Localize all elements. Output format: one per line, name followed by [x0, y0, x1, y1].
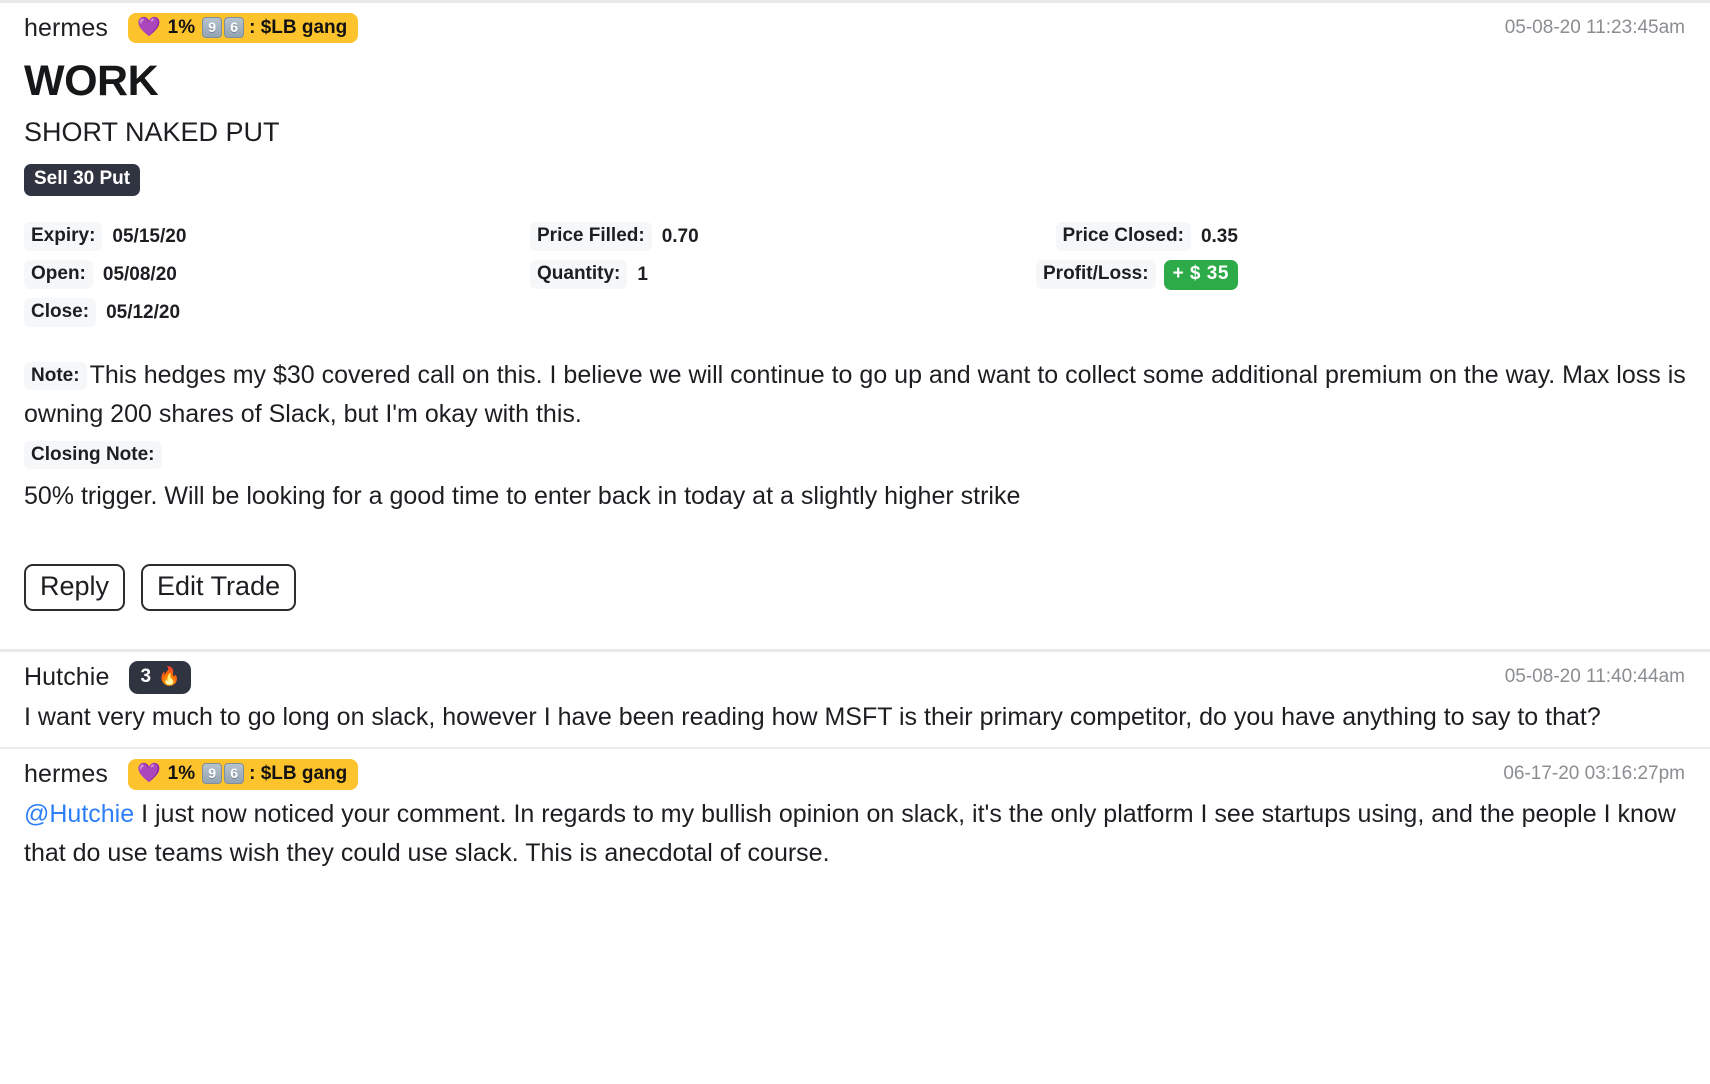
- comment-header: hermes 💜 1% 9 6 : $LB gang 06-17-20 03:1…: [24, 749, 1686, 795]
- detail-row-price-filled: Price Filled: 0.70: [530, 218, 1036, 256]
- price-closed-label: Price Closed:: [1055, 222, 1191, 252]
- close-value: 05/12/20: [106, 301, 181, 323]
- closing-note-label-line: Closing Note:: [24, 440, 1686, 469]
- comment-author[interactable]: Hutchie: [24, 663, 109, 692]
- detail-row-close: Close: 05/12/20: [24, 294, 530, 332]
- details-column-fill: Price Filled: 0.70 Quantity: 1: [530, 218, 1036, 332]
- comment-text: I want very much to go long on slack, ho…: [24, 703, 1601, 732]
- comment-author[interactable]: hermes: [24, 760, 108, 789]
- user-mention-link[interactable]: @Hutchie: [24, 800, 134, 828]
- badge-suffix: : $LB gang: [249, 16, 348, 38]
- closing-note-label: Closing Note:: [24, 440, 162, 469]
- note-text: This hedges my $30 covered call on this.…: [24, 360, 1686, 428]
- comment-text: I just now noticed your comment. In rega…: [24, 800, 1676, 868]
- expiry-label: Expiry:: [24, 222, 103, 252]
- comment-text-wrapper: @Hutchie I just now noticed your comment…: [24, 795, 1686, 883]
- post-timestamp: 05-08-20 11:23:45am: [1504, 17, 1685, 38]
- edit-trade-button[interactable]: Edit Trade: [141, 563, 297, 612]
- keycap-nine-icon: 9: [202, 17, 223, 38]
- price-filled-label: Price Filled:: [530, 222, 652, 252]
- purple-heart-icon: 💜: [136, 762, 161, 785]
- comment-author-badge: 💜 1% 9 6 : $LB gang: [127, 758, 359, 790]
- page-title: WORK: [24, 57, 159, 105]
- open-value: 05/08/20: [102, 263, 177, 285]
- badge-count: 3: [140, 665, 152, 687]
- purple-heart-icon: 💜: [136, 16, 161, 38]
- comment-timestamp: 06-17-20 03:16:27pm: [1503, 763, 1685, 785]
- notes-section: Note: This hedges my $30 covered call on …: [24, 356, 1686, 516]
- detail-row-price-closed: Price Closed: 0.35: [1055, 218, 1238, 256]
- keycap-nine-icon: 9: [202, 763, 223, 785]
- trade-post-page: hermes 💜 1% 9 6 : $LB gang 05-08-20 11:2…: [0, 0, 1710, 1084]
- fire-icon: 🔥: [158, 665, 181, 687]
- post-header: hermes 💜 1% 9 6 : $LB gang 05-08-20 11:2…: [24, 3, 1686, 47]
- details-column-result: Price Closed: 0.35 Profit/Loss: + $ 35: [1036, 218, 1710, 332]
- price-closed-value: 0.35: [1200, 225, 1238, 247]
- quantity-value: 1: [637, 263, 648, 285]
- author-badge: 💜 1% 9 6 : $LB gang: [127, 12, 359, 44]
- price-filled-value: 0.70: [661, 225, 699, 247]
- comment-hutchie: Hutchie 3 🔥 05-08-20 11:40:44am I want v…: [0, 652, 1710, 747]
- trade-details-grid: Expiry: 05/15/20 Open: 05/08/20 Close: 0…: [24, 218, 1686, 332]
- profit-loss-label: Profit/Loss:: [1036, 260, 1156, 290]
- detail-row-profit-loss: Profit/Loss: + $ 35: [1036, 256, 1238, 294]
- reply-button[interactable]: Reply: [24, 563, 126, 612]
- badge-percent: 1%: [167, 16, 196, 38]
- post-actions: Reply Edit Trade: [24, 563, 1686, 617]
- close-label: Close:: [24, 298, 97, 328]
- closing-note-block: Closing Note: 50% trigger. Will be looki…: [24, 440, 1686, 516]
- detail-row-quantity: Quantity: 1: [530, 256, 1036, 294]
- status-badge: + $ 35: [1163, 259, 1238, 290]
- detail-row-expiry: Expiry: 05/15/20: [24, 218, 530, 256]
- keycap-six-icon: 6: [224, 17, 245, 38]
- strategy-label: SHORT NAKED PUT: [24, 117, 280, 148]
- keycap-six-icon: 6: [224, 763, 245, 785]
- note-block: Note: This hedges my $30 covered call on …: [24, 356, 1686, 434]
- trade-post: hermes 💜 1% 9 6 : $LB gang 05-08-20 11:2…: [0, 3, 1710, 617]
- badge-percent: 1%: [167, 762, 196, 784]
- comment-author-badge: 3 🔥: [129, 660, 192, 694]
- quantity-label: Quantity:: [530, 260, 628, 290]
- closing-note-text: 50% trigger. Will be looking for a good …: [24, 482, 1021, 511]
- trade-leg-chip: Sell 30 Put: [24, 163, 141, 196]
- comment-header: Hutchie 3 🔥 05-08-20 11:40:44am: [24, 652, 1686, 698]
- details-column-dates: Expiry: 05/15/20 Open: 05/08/20 Close: 0…: [24, 218, 530, 332]
- note-label: Note:: [24, 361, 87, 390]
- expiry-value: 05/15/20: [112, 225, 187, 247]
- post-author[interactable]: hermes: [24, 14, 108, 43]
- comment-timestamp: 05-08-20 11:40:44am: [1504, 666, 1685, 688]
- comment-hermes: hermes 💜 1% 9 6 : $LB gang 06-17-20 03:1…: [0, 749, 1710, 883]
- open-label: Open:: [24, 260, 93, 290]
- detail-row-open: Open: 05/08/20: [24, 256, 530, 294]
- badge-suffix: : $LB gang: [249, 762, 348, 784]
